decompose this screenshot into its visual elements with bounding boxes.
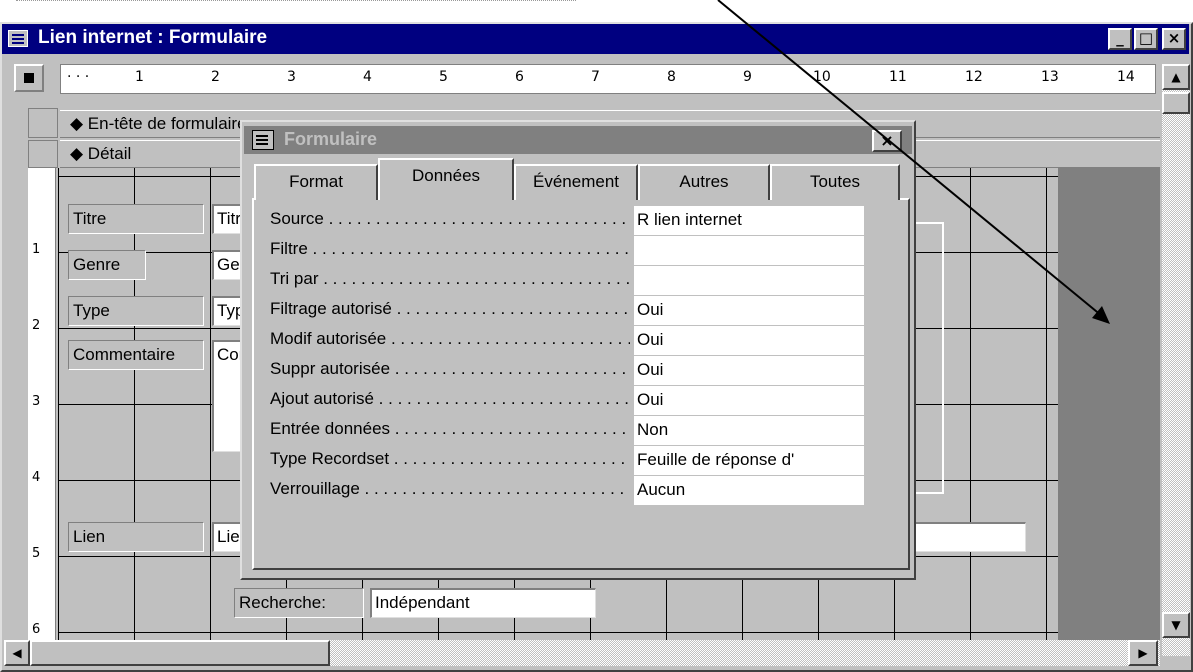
ruler-label: 6	[515, 69, 524, 85]
scroll-down-button[interactable]: ▼	[1162, 612, 1190, 638]
property-value[interactable]	[634, 266, 864, 295]
top-fragment	[16, 0, 576, 6]
vertical-ruler[interactable]: 1 2 3 4 5 6	[28, 168, 56, 640]
property-row-filtre[interactable]: Filtre . . . . . . . . . . . . . . . . .…	[262, 236, 866, 266]
dialog-title: Formulaire	[284, 129, 378, 149]
property-row-source[interactable]: Source . . . . . . . . . . . . . . . . .…	[262, 206, 866, 236]
tab-toutes[interactable]: Toutes	[770, 164, 900, 200]
label-titre[interactable]: Titre	[68, 204, 204, 234]
field-recherche[interactable]: Indépendant	[370, 588, 596, 618]
ruler-label: 4	[32, 470, 41, 485]
ruler-label: 7	[591, 69, 600, 85]
ruler-label: 5	[32, 546, 41, 561]
ruler-label: 9	[743, 69, 752, 85]
properties-icon	[252, 130, 274, 150]
property-name: Source . . . . . . . . . . . . . . . . .…	[270, 209, 630, 228]
maximize-button[interactable]: □	[1134, 28, 1158, 50]
property-value[interactable]: Oui	[634, 296, 864, 325]
outside-form-area	[1058, 168, 1160, 640]
property-row-verrouillage[interactable]: Verrouillage . . . . . . . . . . . . . .…	[262, 476, 866, 506]
property-value[interactable]: Non	[634, 416, 864, 445]
scroll-left-button[interactable]: ◀	[4, 640, 30, 666]
label-commentaire[interactable]: Commentaire	[68, 340, 204, 370]
ruler-label: 6	[32, 622, 41, 637]
property-value[interactable]	[634, 236, 864, 265]
window-title-bar[interactable]: Lien internet : Formulaire _ □ ×	[2, 24, 1189, 54]
property-value[interactable]: Aucun	[634, 476, 864, 505]
window-title: Lien internet : Formulaire	[38, 27, 268, 48]
detail-label: ◆ Détail	[70, 144, 132, 163]
ruler-label: 1	[135, 69, 144, 85]
property-value[interactable]: Oui	[634, 356, 864, 385]
property-row-type-recordset[interactable]: Type Recordset . . . . . . . . . . . . .…	[262, 446, 866, 476]
property-value[interactable]: R lien internet	[634, 206, 864, 235]
header-section-selector[interactable]	[28, 108, 58, 138]
minimize-button[interactable]: _	[1108, 28, 1132, 50]
tab-evenement[interactable]: Événement	[514, 164, 638, 200]
ruler-label: 2	[211, 69, 220, 85]
form-header-label: ◆ En-tête de formulaire	[70, 114, 247, 133]
property-name: Filtre . . . . . . . . . . . . . . . . .…	[270, 239, 630, 258]
ruler-label: 2	[32, 318, 41, 333]
property-name: Modif autorisée . . . . . . . . . . . . …	[270, 329, 630, 348]
property-value[interactable]: Feuille de réponse d'	[634, 446, 864, 475]
property-name: Entrée données . . . . . . . . . . . . .…	[270, 419, 630, 438]
property-name: Suppr autorisée . . . . . . . . . . . . …	[270, 359, 630, 378]
ruler-label: 5	[439, 69, 448, 85]
dialog-close-button[interactable]: ×	[872, 130, 902, 152]
property-row-entree-donnees[interactable]: Entrée données . . . . . . . . . . . . .…	[262, 416, 866, 446]
property-name: Type Recordset . . . . . . . . . . . . .…	[270, 449, 630, 468]
ruler-label: 12	[965, 69, 983, 85]
property-row-suppr-autorisee[interactable]: Suppr autorisée . . . . . . . . . . . . …	[262, 356, 866, 386]
label-type[interactable]: Type	[68, 296, 204, 326]
property-row-filtrage-autorise[interactable]: Filtrage autorisé . . . . . . . . . . . …	[262, 296, 866, 326]
form-icon[interactable]	[8, 30, 28, 47]
horizontal-ruler[interactable]: · · · 1 2 3 4 5 6 7 8 9 10 11 12 13 14	[60, 64, 1156, 94]
ruler-label: 10	[813, 69, 831, 85]
horizontal-scroll-thumb[interactable]	[30, 640, 330, 666]
ruler-label: 4	[363, 69, 372, 85]
ruler-ticks: · · ·	[67, 69, 90, 85]
tab-autres[interactable]: Autres	[638, 164, 770, 200]
label-genre[interactable]: Genre	[68, 250, 146, 280]
ruler-label: 3	[32, 394, 41, 409]
property-name: Filtrage autorisé . . . . . . . . . . . …	[270, 299, 630, 318]
ruler-label: 11	[889, 69, 907, 85]
vertical-scrollbar[interactable]	[1162, 64, 1190, 656]
tab-format[interactable]: Format	[254, 164, 378, 200]
vertical-scroll-thumb[interactable]	[1162, 92, 1190, 114]
form-selector[interactable]	[14, 64, 44, 92]
property-value[interactable]: Oui	[634, 326, 864, 355]
property-row-modif-autorisee[interactable]: Modif autorisée . . . . . . . . . . . . …	[262, 326, 866, 356]
property-row-tri-par[interactable]: Tri par . . . . . . . . . . . . . . . . …	[262, 266, 866, 296]
dialog-title-bar[interactable]: Formulaire	[244, 126, 912, 154]
property-name: Verrouillage . . . . . . . . . . . . . .…	[270, 479, 630, 498]
ruler-label: 8	[667, 69, 676, 85]
property-name: Tri par . . . . . . . . . . . . . . . . …	[270, 269, 630, 288]
field-lien-extension[interactable]	[912, 522, 1026, 552]
close-button[interactable]: ×	[1162, 28, 1186, 50]
ruler-label: 14	[1117, 69, 1135, 85]
label-recherche[interactable]: Recherche:	[234, 588, 364, 618]
property-value[interactable]: Oui	[634, 386, 864, 415]
ruler-label: 13	[1041, 69, 1059, 85]
detail-section-selector[interactable]	[28, 140, 58, 168]
property-row-ajout-autorise[interactable]: Ajout autorisé . . . . . . . . . . . . .…	[262, 386, 866, 416]
ruler-label: 3	[287, 69, 296, 85]
ruler-label: 1	[32, 242, 41, 257]
tab-donnees[interactable]: Données	[378, 158, 514, 200]
label-lien[interactable]: Lien	[68, 522, 204, 552]
property-name: Ajout autorisé . . . . . . . . . . . . .…	[270, 389, 630, 408]
scroll-up-button[interactable]: ▲	[1162, 64, 1190, 90]
form-selector-icon	[24, 73, 34, 83]
scroll-right-button[interactable]: ▶	[1128, 640, 1158, 666]
